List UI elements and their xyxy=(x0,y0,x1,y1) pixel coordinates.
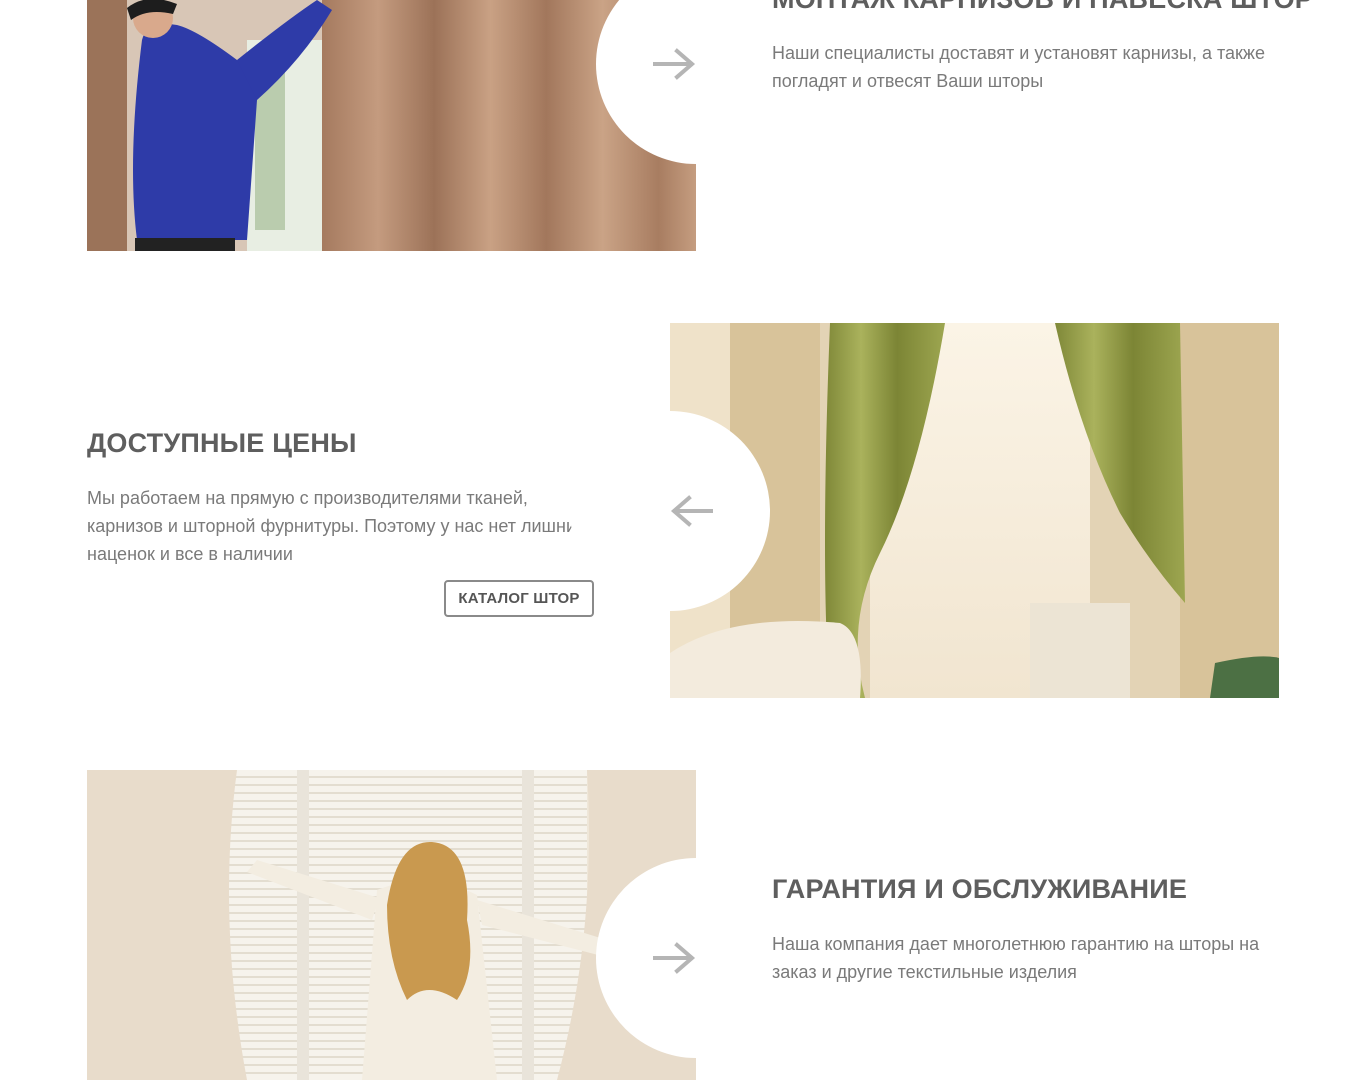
feature-description: Наши специалисты доставят и установят ка… xyxy=(772,43,1265,91)
arrow-right-icon[interactable] xyxy=(653,942,697,974)
arrow-left-icon[interactable] xyxy=(669,495,713,527)
feature-description: Мы работаем на прямую с производителями … xyxy=(87,488,585,564)
feature-title: МОНТАЖ КАРНИЗОВ И НАВЕСКА ШТОР xyxy=(772,0,1313,15)
arrow-right-icon[interactable] xyxy=(653,48,697,80)
feature-title: ГАРАНТИЯ И ОБСЛУЖИВАНИЕ xyxy=(772,874,1188,904)
features-page: МОНТАЖ КАРНИЗОВ И НАВЕСКА ШТОР Наши спец… xyxy=(0,0,1366,1080)
feature-description: Наша компания дает многолетнюю гарантию … xyxy=(772,934,1260,982)
catalog-button[interactable]: КАТАЛОГ ШТОР xyxy=(444,580,594,617)
feature-title: ДОСТУПНЫЕ ЦЕНЫ xyxy=(87,428,357,458)
